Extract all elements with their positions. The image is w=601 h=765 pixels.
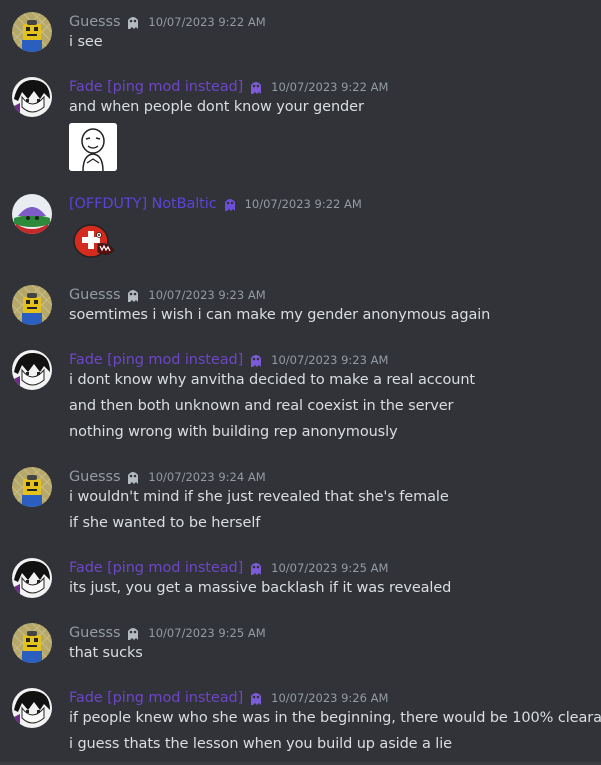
author-name[interactable]: Fade [ping mod instead] — [69, 690, 243, 706]
robot-guesss-icon — [12, 623, 52, 663]
ghost-badge-icon[interactable] — [247, 351, 265, 369]
timestamp[interactable]: 10/07/2023 9:25 AM — [271, 561, 388, 575]
author-name[interactable]: Guesss — [69, 14, 121, 30]
timestamp[interactable]: 10/07/2023 9:25 AM — [148, 626, 265, 640]
smug-face-meme-image[interactable] — [69, 123, 117, 171]
message-text: and when people dont know your gender — [69, 99, 364, 115]
anime-character-fade-icon — [12, 77, 52, 117]
message-text: if she wanted to be herself — [69, 515, 261, 531]
avatar-guesss[interactable] — [12, 623, 52, 663]
avatar-guesss[interactable] — [12, 285, 52, 325]
ghost-badge-icon[interactable] — [221, 195, 239, 213]
avatar-guesss[interactable] — [12, 12, 52, 52]
message-text: that sucks — [69, 645, 143, 661]
timestamp[interactable]: 10/07/2023 9:22 AM — [271, 80, 388, 94]
message-text: i see — [69, 34, 103, 50]
anime-character-fade-icon — [12, 688, 52, 728]
message-text: if people knew who she was in the beginn… — [69, 710, 601, 726]
author-name[interactable]: Guesss — [69, 625, 121, 641]
ghost-badge-icon[interactable] — [124, 286, 142, 304]
message-text: i dont know why anvitha decided to make … — [69, 372, 476, 388]
robot-guesss-icon — [12, 285, 52, 325]
author-name[interactable]: Fade [ping mod instead] — [69, 352, 243, 368]
anime-character-fade-icon — [12, 350, 52, 390]
robot-guesss-icon — [12, 467, 52, 507]
ghost-badge-icon[interactable] — [247, 559, 265, 577]
timestamp[interactable]: 10/07/2023 9:26 AM — [271, 691, 388, 705]
chat-message-list: Guesss 10/07/2023 9:22 AM i see Fade [pi… — [0, 0, 601, 765]
ghost-badge-icon[interactable] — [124, 624, 142, 642]
author-name[interactable]: Guesss — [69, 469, 121, 485]
avatar-fade[interactable] — [12, 688, 52, 728]
timestamp[interactable]: 10/07/2023 9:23 AM — [148, 288, 265, 302]
avatar-fade[interactable] — [12, 77, 52, 117]
message-text: its just, you get a massive backlash if … — [69, 580, 452, 596]
author-name[interactable]: Guesss — [69, 287, 121, 303]
anime-character-fade-icon — [12, 558, 52, 598]
author-name[interactable]: Fade [ping mod instead] — [69, 79, 243, 95]
message-text: soemtimes i wish i can make my gender an… — [69, 307, 491, 323]
ghost-badge-icon[interactable] — [124, 13, 142, 31]
swiss-countryball-sticker[interactable] — [72, 222, 118, 260]
author-name[interactable]: [OFFDUTY] NotBaltic — [69, 196, 217, 212]
countryball-notbaltic-icon — [12, 194, 52, 234]
avatar-fade[interactable] — [12, 350, 52, 390]
timestamp[interactable]: 10/07/2023 9:22 AM — [148, 15, 265, 29]
ghost-badge-icon[interactable] — [247, 78, 265, 96]
ghost-badge-icon[interactable] — [124, 468, 142, 486]
avatar-notbaltic[interactable] — [12, 194, 52, 234]
ghost-badge-icon[interactable] — [247, 689, 265, 707]
message-text: nothing wrong with building rep anonymou… — [69, 424, 398, 440]
timestamp[interactable]: 10/07/2023 9:23 AM — [271, 353, 388, 367]
timestamp[interactable]: 10/07/2023 9:22 AM — [245, 197, 362, 211]
robot-guesss-icon — [12, 12, 52, 52]
author-name[interactable]: Fade [ping mod instead] — [69, 560, 243, 576]
timestamp[interactable]: 10/07/2023 9:24 AM — [148, 470, 265, 484]
avatar-fade[interactable] — [12, 558, 52, 598]
avatar-guesss[interactable] — [12, 467, 52, 507]
message-text: and then both unknown and real coexist i… — [69, 398, 454, 414]
message-text: i guess thats the lesson when you build … — [69, 736, 452, 752]
message-text: i wouldn't mind if she just revealed tha… — [69, 489, 449, 505]
